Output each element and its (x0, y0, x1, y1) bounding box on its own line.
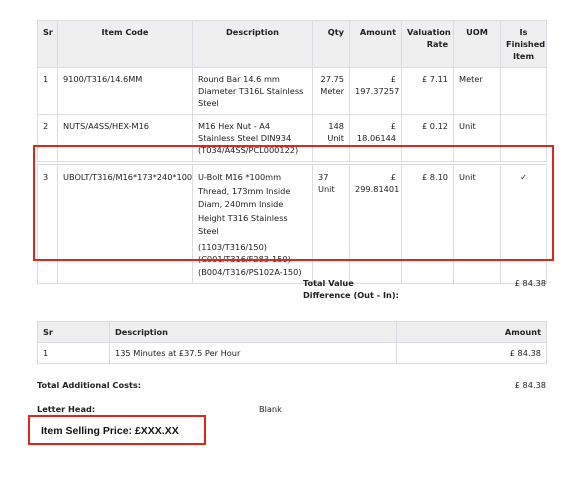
description-main: U-Bolt M16 *100mm Thread, 173mm Inside D… (198, 172, 291, 236)
items-table: Sr Item Code Description Qty Amount Valu… (37, 20, 547, 284)
description-sub-2: (C001/T316/F283-150) (198, 254, 291, 264)
header-amount: Amount (396, 321, 547, 343)
table-row: 2 NUTS/A4SS/HEX-M16 M16 Hex Nut - A4 Sta… (37, 114, 547, 162)
cell-sr: 1 (37, 342, 110, 364)
cell-amount: £ 299.81401 (349, 164, 402, 284)
cell-qty: 37 Unit (312, 164, 350, 284)
item-selling-price-text: Item Selling Price: £XXX.XX (41, 425, 179, 437)
cell-uom: Meter (453, 67, 501, 115)
cell-uom: Unit (453, 114, 501, 162)
cell-sr: 1 (37, 67, 58, 115)
cell-description: 135 Minutes at £37.5 Per Hour (109, 342, 397, 364)
header-amount: Amount (349, 20, 402, 68)
header-description: Description (109, 321, 397, 343)
cell-is-finished-item (500, 67, 547, 115)
cell-description: Round Bar 14.6 mm Diameter T316L Stainle… (192, 67, 313, 115)
table-row: 1 135 Minutes at £37.5 Per Hour £ 84.38 (37, 342, 547, 364)
header-sr: Sr (37, 20, 58, 68)
header-sr: Sr (37, 321, 110, 343)
cell-amount: £ 197.37257 (349, 67, 402, 115)
cell-amount: £ 84.38 (396, 342, 547, 364)
letter-head-label: Letter Head: (37, 404, 96, 414)
checkmark-icon: ✓ (520, 172, 527, 182)
header-description: Description (192, 20, 313, 68)
cell-description: M16 Hex Nut - A4 Stainless Steel DIN934 … (192, 114, 313, 162)
header-uom: UOM (453, 20, 501, 68)
cell-item-code: 9100/T316/14.6MM (57, 67, 193, 115)
additional-costs-table: Sr Description Amount 1 135 Minutes at £… (37, 321, 547, 364)
cell-item-code: NUTS/A4SS/HEX-M16 (57, 114, 193, 162)
total-value-difference-label: Total Value Difference (Out - In): (303, 278, 399, 300)
items-header-row: Sr Item Code Description Qty Amount Valu… (37, 20, 547, 68)
cell-uom: Unit (453, 164, 501, 284)
total-additional-costs-value: £ 84.38 (514, 380, 546, 390)
cell-description: U-Bolt M16 *100mm Thread, 173mm Inside D… (192, 164, 313, 284)
header-item-code: Item Code (57, 20, 193, 68)
description-sub-1: (1103/T316/150) (198, 241, 267, 252)
cell-item-code: UBOLT/T316/M16*173*240*100 (57, 164, 193, 284)
cell-is-finished-item: ✓ (500, 164, 547, 284)
item-selling-price-box: Item Selling Price: £XXX.XX (28, 415, 206, 445)
table-row: 1 9100/T316/14.6MM Round Bar 14.6 mm Dia… (37, 67, 547, 115)
description-sub-3: (B004/T316/PS102A-150) (198, 266, 302, 277)
cell-valuation-rate: £ 7.11 (401, 67, 454, 115)
letter-head-value: Blank (259, 404, 282, 414)
header-qty: Qty (312, 20, 350, 68)
cell-sr: 2 (37, 114, 58, 162)
cell-valuation-rate: £ 0.12 (401, 114, 454, 162)
cell-is-finished-item (500, 114, 547, 162)
cell-amount: £ 18.06144 (349, 114, 402, 162)
cell-sr: 3 (37, 164, 58, 284)
total-additional-costs-label: Total Additional Costs: (37, 380, 142, 390)
cell-qty: 148 Unit (312, 114, 350, 162)
costs-header-row: Sr Description Amount (37, 321, 547, 343)
cell-valuation-rate: £ 8.10 (401, 164, 454, 284)
total-value-difference-value: £ 84.38 (514, 278, 546, 288)
table-row: 3 UBOLT/T316/M16*173*240*100 U-Bolt M16 … (37, 164, 547, 284)
header-is-finished-item: Is Finished Item (500, 20, 547, 68)
header-valuation-rate: Valuation Rate (401, 20, 454, 68)
cell-qty: 27.75 Meter (312, 67, 350, 115)
